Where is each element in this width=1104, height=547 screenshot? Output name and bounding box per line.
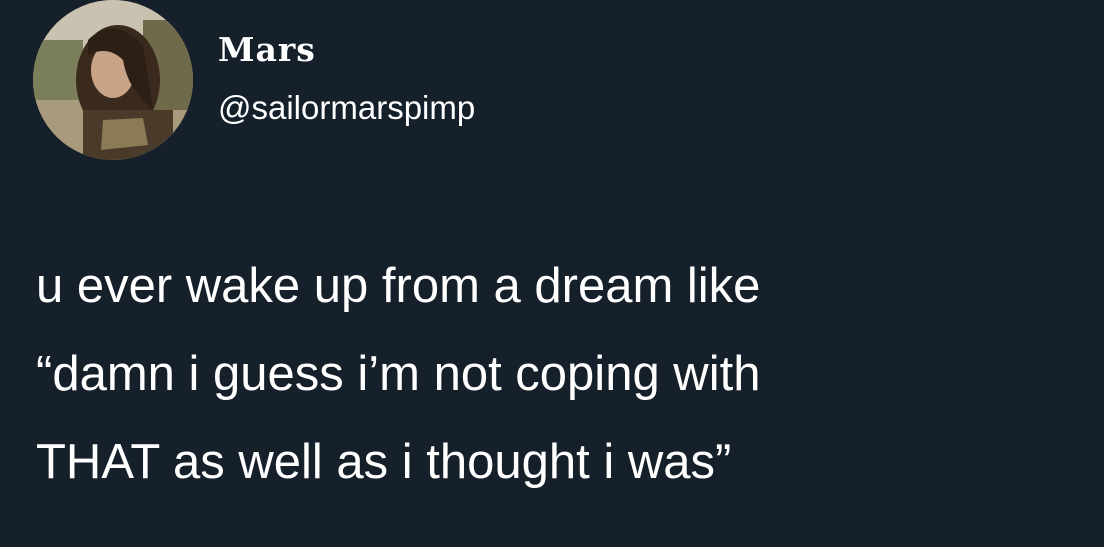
profile-photo-icon bbox=[33, 0, 193, 160]
username-handle[interactable]: @sailormarspimp bbox=[218, 91, 475, 124]
display-name[interactable]: Mars bbox=[218, 33, 316, 66]
tweet-text: u ever wake up from a dream like “damn i… bbox=[36, 259, 761, 489]
tweet-card: Mars @sailormarspimp u ever wake up from… bbox=[0, 0, 1104, 547]
avatar[interactable] bbox=[33, 0, 193, 160]
